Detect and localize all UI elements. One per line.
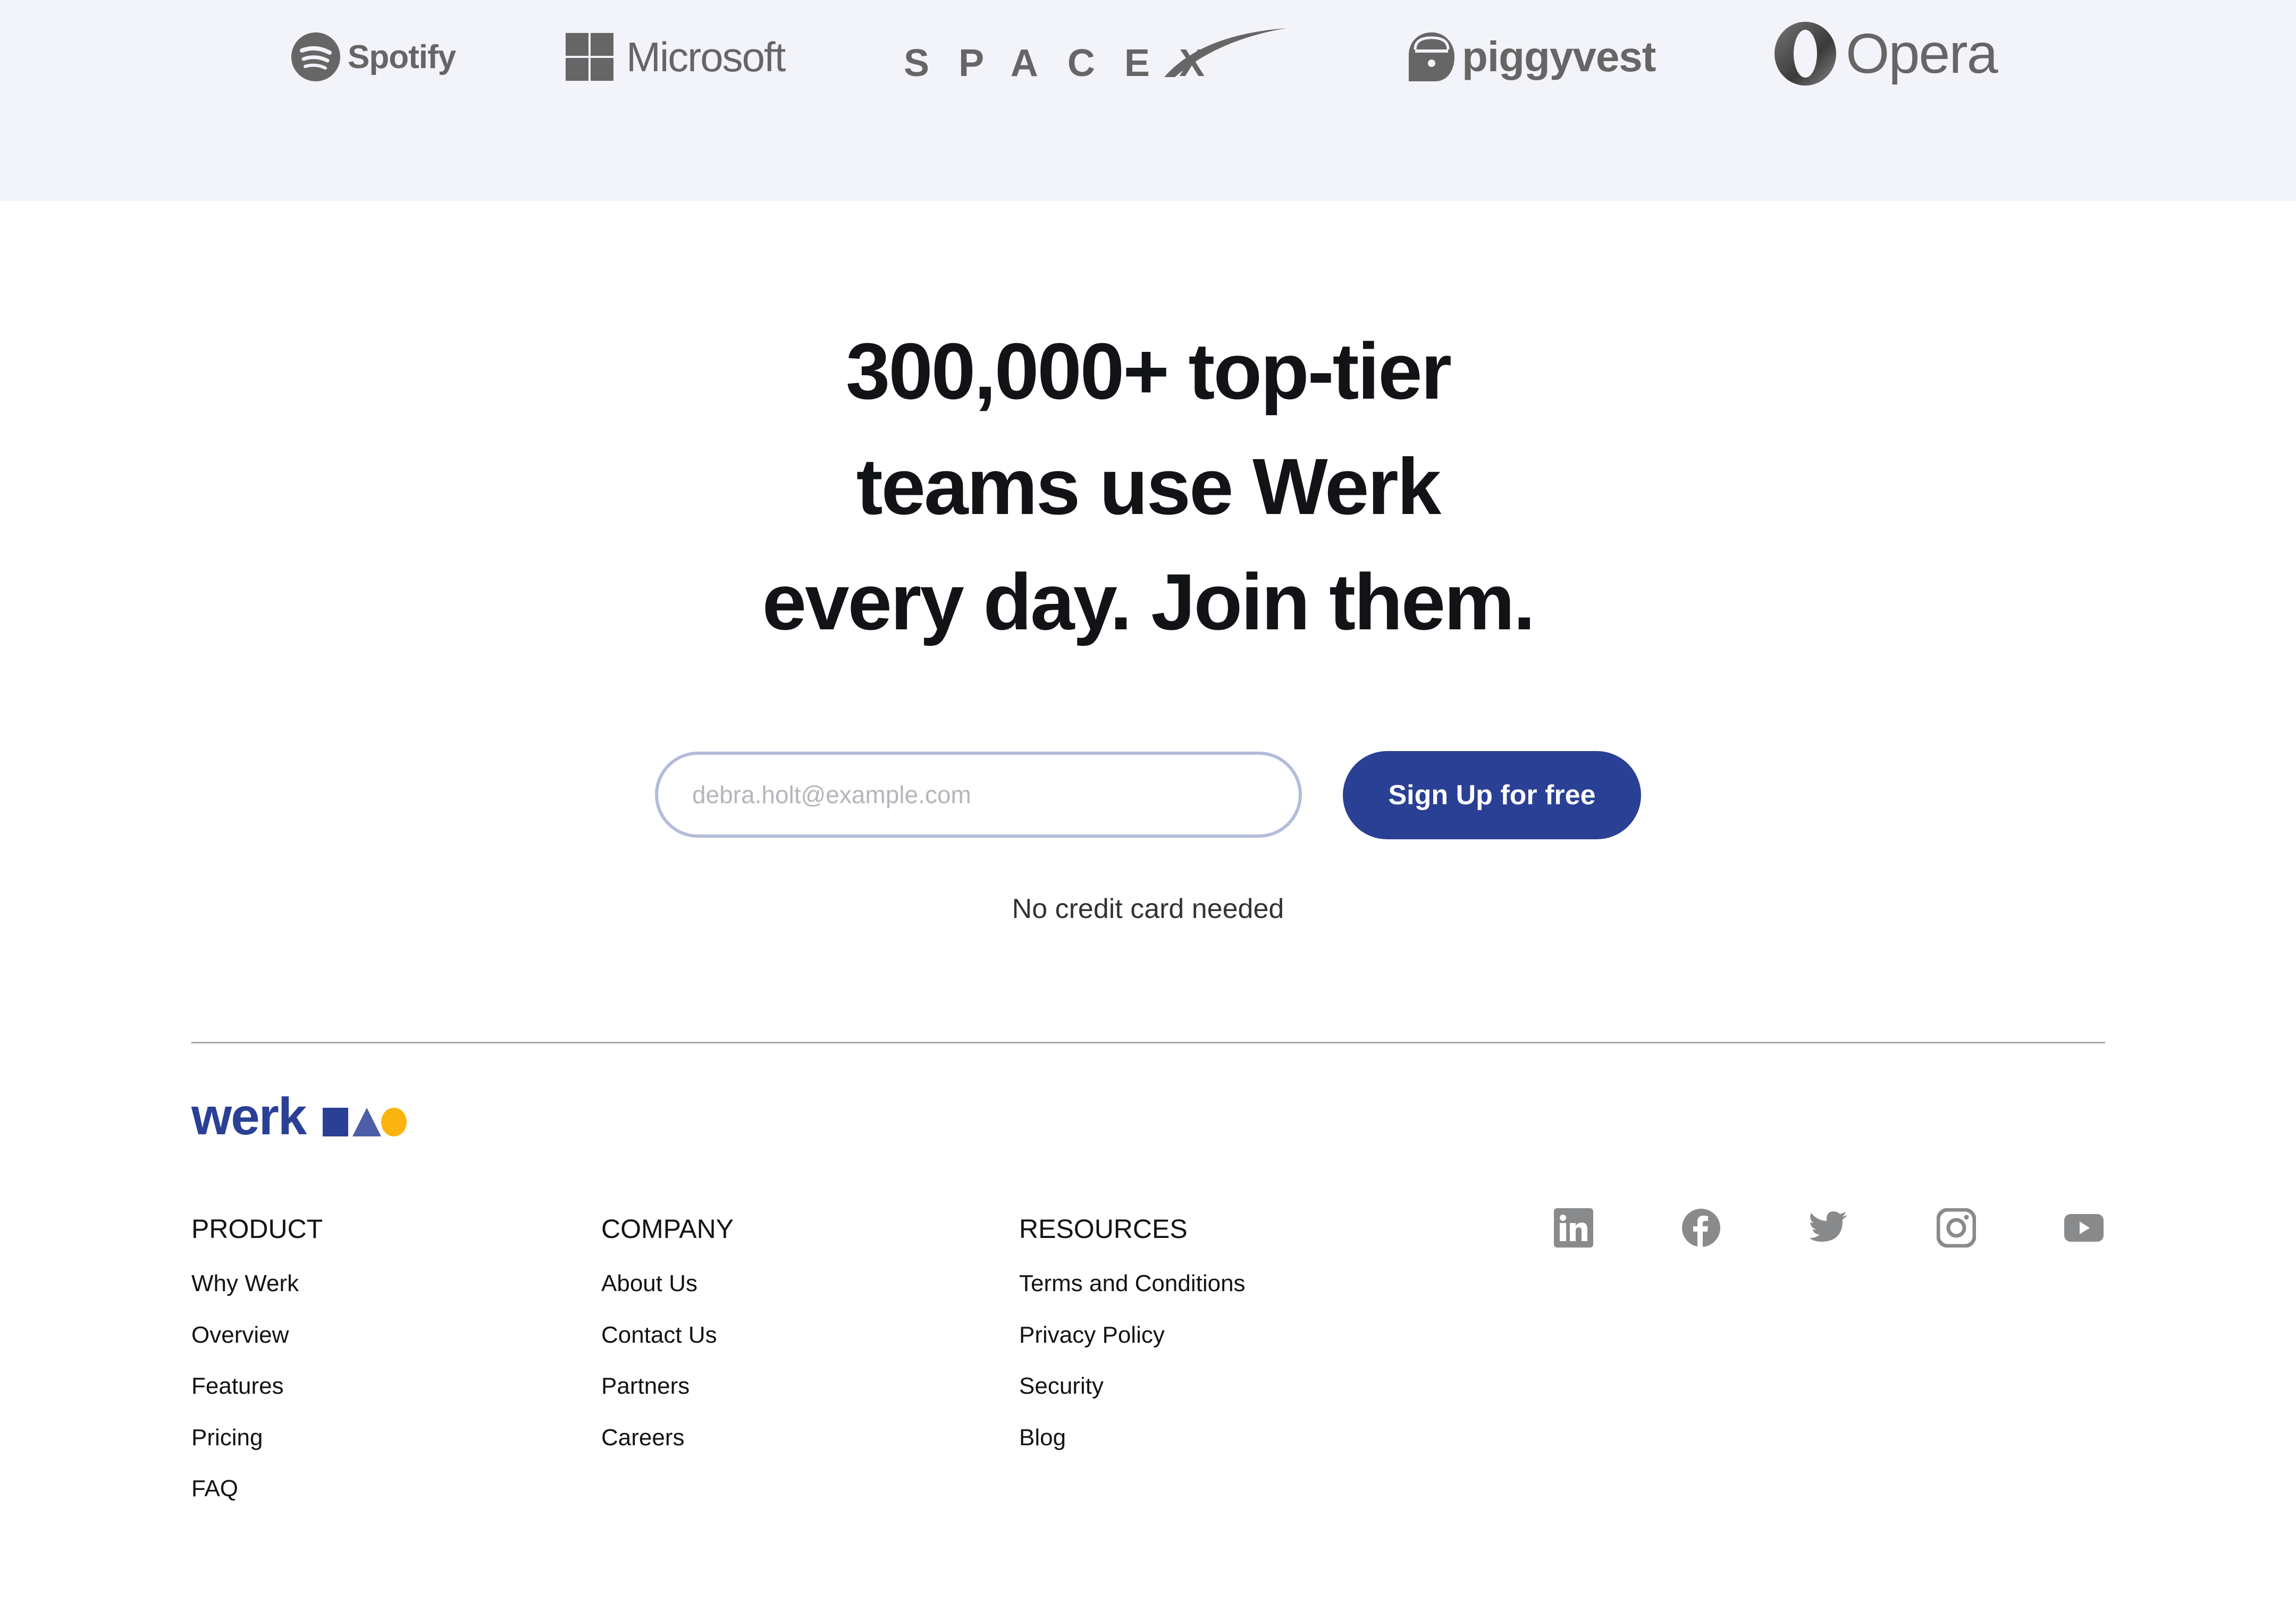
footer-link-blog[interactable]: Blog <box>1019 1425 1246 1476</box>
microsoft-wordmark: Microsoft <box>626 33 786 80</box>
instagram-link[interactable] <box>1935 1207 1978 1249</box>
footer-column-title: PRODUCT <box>191 1214 323 1244</box>
twitter-icon <box>1809 1211 1847 1242</box>
werk-wordmark: werk <box>191 1087 307 1145</box>
linkedin-link[interactable] <box>1552 1207 1595 1249</box>
linkedin-icon <box>1554 1208 1593 1248</box>
microsoft-grid-icon <box>566 33 613 81</box>
footer-link-why-werk[interactable]: Why Werk <box>191 1270 323 1322</box>
piggyvest-wordmark: piggyvest <box>1462 33 1656 80</box>
facebook-icon <box>1682 1209 1720 1248</box>
footer-column-resources: RESOURCES Terms and Conditions Privacy P… <box>1019 1213 1246 1476</box>
logo-opera: Opera <box>1773 19 1998 88</box>
footer-column-title: RESOURCES <box>1019 1214 1188 1244</box>
footer-link-careers[interactable]: Careers <box>601 1425 734 1476</box>
customer-logos-band: Spotify Microsoft SPACEX piggyvest Opera <box>0 0 2296 201</box>
footer-column-product: PRODUCT Why Werk Overview Features Prici… <box>191 1213 323 1527</box>
youtube-icon <box>2064 1214 2104 1242</box>
logo-spacex: SPACEX <box>904 21 1297 82</box>
footer-link-overview[interactable]: Overview <box>191 1322 323 1373</box>
footer-link-security[interactable]: Security <box>1019 1373 1246 1425</box>
footer-link-privacy[interactable]: Privacy Policy <box>1019 1322 1246 1373</box>
instagram-icon <box>1937 1208 1976 1248</box>
footer-link-features[interactable]: Features <box>191 1373 323 1425</box>
footer-link-terms[interactable]: Terms and Conditions <box>1019 1270 1246 1322</box>
twitter-link[interactable] <box>1807 1207 1850 1249</box>
email-input[interactable] <box>655 752 1302 838</box>
triangle-shape-icon <box>352 1108 382 1136</box>
sign-up-button[interactable]: Sign Up for free <box>1343 751 1641 839</box>
spotify-wordmark: Spotify <box>348 38 456 75</box>
padlock-icon <box>1409 32 1454 81</box>
facebook-link[interactable] <box>1680 1207 1722 1249</box>
opera-wordmark: Opera <box>1846 22 1998 85</box>
footer-column-company: COMPANY About Us Contact Us Partners Car… <box>601 1213 734 1476</box>
square-shape-icon <box>323 1108 349 1136</box>
footer-column-title: COMPANY <box>601 1214 734 1244</box>
hero-heading-line-1: 300,000+ top-tier <box>845 326 1452 416</box>
footer-link-about-us[interactable]: About Us <box>601 1270 734 1322</box>
footer-link-pricing[interactable]: Pricing <box>191 1425 323 1476</box>
hero-heading-line-3: every day. Join them. <box>762 557 1536 646</box>
footer-link-faq[interactable]: FAQ <box>191 1476 323 1527</box>
circle-shape-icon <box>381 1108 407 1136</box>
logo-spotify: Spotify <box>291 28 456 86</box>
hero-heading-line-2: teams use Werk <box>856 442 1442 531</box>
hero-heading: 300,000+ top-tier teams use Werk every d… <box>0 314 2296 660</box>
no-credit-card-note: No credit card needed <box>1012 894 1284 924</box>
werk-logo[interactable]: werk <box>191 1087 407 1145</box>
opera-o-icon <box>1774 22 1836 86</box>
logo-microsoft: Microsoft <box>566 28 786 86</box>
spacex-swoosh-icon: SPACEX <box>904 28 1286 82</box>
logo-piggyvest: piggyvest <box>1408 28 1656 86</box>
footer-link-partners[interactable]: Partners <box>601 1373 734 1425</box>
spotify-icon <box>291 32 340 81</box>
youtube-link[interactable] <box>2063 1207 2105 1249</box>
footer-divider <box>191 1042 2105 1043</box>
footer-link-contact-us[interactable]: Contact Us <box>601 1322 734 1373</box>
